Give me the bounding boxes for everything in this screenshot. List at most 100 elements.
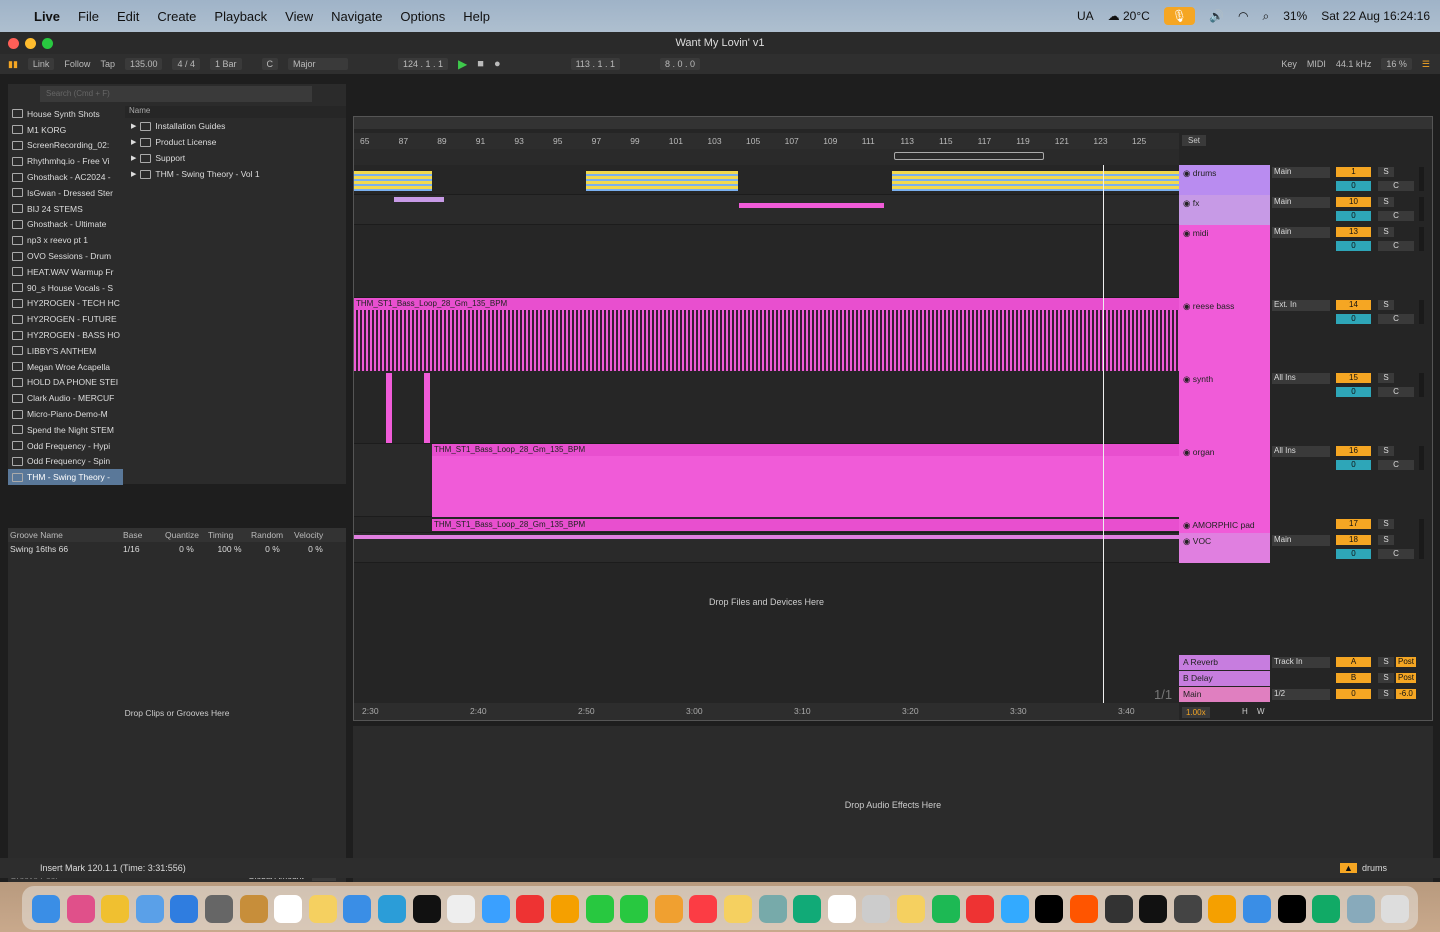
solo-button[interactable]: S xyxy=(1378,300,1394,310)
link-button[interactable]: Link xyxy=(27,58,55,70)
track-name[interactable]: ◉ synth xyxy=(1179,371,1270,444)
warning-icon[interactable]: ▲ xyxy=(1340,863,1357,873)
dock-app-icon[interactable] xyxy=(966,895,995,923)
dock-app-icon[interactable] xyxy=(1243,895,1271,923)
dock-app-icon[interactable] xyxy=(481,895,510,923)
battery-percent[interactable]: 31% xyxy=(1283,9,1307,23)
bass-clip[interactable]: THM_ST1_Bass_Loop_28_Gm_135_BPM xyxy=(432,444,1179,517)
dock-app-icon[interactable] xyxy=(827,895,856,923)
browser-folder[interactable]: LIBBY'S ANTHEM xyxy=(8,343,123,359)
track-activator[interactable]: 15 xyxy=(1336,373,1371,383)
browser-folder[interactable]: Megan Wroe Acapella xyxy=(8,359,123,375)
browser-item[interactable]: ▶ Support xyxy=(125,150,346,166)
return-routing[interactable]: 1/2 xyxy=(1272,689,1330,700)
input-routing[interactable]: Main xyxy=(1272,535,1330,546)
dock-app-icon[interactable] xyxy=(1104,895,1133,923)
input-routing[interactable]: Ext. In xyxy=(1272,300,1330,311)
dock-app-icon[interactable] xyxy=(1346,895,1375,923)
return-activator[interactable]: B xyxy=(1336,673,1371,683)
crossfade-button[interactable]: C xyxy=(1378,460,1414,470)
input-routing[interactable]: Main xyxy=(1272,167,1330,178)
lane-drums[interactable] xyxy=(354,165,1179,195)
dock-app-icon[interactable] xyxy=(1070,895,1098,923)
menu-help[interactable]: Help xyxy=(454,9,499,24)
return-name[interactable]: B Delay xyxy=(1179,671,1270,686)
dock-app-icon[interactable] xyxy=(1312,895,1341,923)
track-activator[interactable]: 13 xyxy=(1336,227,1371,237)
loop-start[interactable]: 113 . 1 . 1 xyxy=(570,58,620,70)
dock-app-icon[interactable] xyxy=(551,895,579,923)
track-activator[interactable]: 10 xyxy=(1336,197,1371,207)
browser-folder[interactable]: HY2ROGEN - BASS HO xyxy=(8,327,123,343)
quantize-menu[interactable]: 1 Bar xyxy=(210,58,242,70)
track-activator[interactable]: 1 xyxy=(1336,167,1371,177)
dock-app-icon[interactable] xyxy=(66,895,95,923)
browser-item[interactable]: ▶ Product License xyxy=(125,134,346,150)
synth-clip[interactable] xyxy=(424,373,430,443)
clock[interactable]: Sat 22 Aug 16:24:16 xyxy=(1321,9,1430,23)
key-map-button[interactable]: Key xyxy=(1281,59,1297,69)
search-icon[interactable]: ⌕ xyxy=(1262,9,1269,24)
lane-midi[interactable] xyxy=(354,225,1179,298)
browser-folder[interactable]: Odd Frequency - Spin xyxy=(8,454,123,470)
post-button[interactable]: -6.0 xyxy=(1396,689,1416,699)
track-header-voc[interactable]: ◉ VOC Main 18 0 C S xyxy=(1179,533,1432,563)
h-button[interactable]: H xyxy=(1242,707,1248,716)
return-routing[interactable]: Track In xyxy=(1272,657,1330,668)
dock-app-icon[interactable] xyxy=(1277,895,1306,923)
browser-folder[interactable]: M1 KORG xyxy=(8,122,123,138)
track-activator[interactable]: 18 xyxy=(1336,535,1371,545)
dock-app-icon[interactable] xyxy=(1035,895,1064,923)
voc-clip[interactable] xyxy=(354,535,1179,539)
browser-folder[interactable]: Ghosthack - Ultimate xyxy=(8,217,123,233)
track-fold-icon[interactable]: ◉ xyxy=(1183,536,1193,546)
dock-app-icon[interactable] xyxy=(689,895,718,923)
menu-app[interactable]: Live xyxy=(25,9,69,24)
crossfade-button[interactable]: C xyxy=(1378,181,1414,191)
dock-app-icon[interactable] xyxy=(585,895,614,923)
track-fold-icon[interactable]: ◉ xyxy=(1183,228,1193,238)
return-name[interactable]: A Reverb xyxy=(1179,655,1270,670)
tap-button[interactable]: Tap xyxy=(100,59,115,69)
crossfade-button[interactable]: C xyxy=(1378,241,1414,251)
loop-brace[interactable] xyxy=(894,152,1044,160)
browser-folder[interactable]: 90_s House Vocals - S xyxy=(8,280,123,296)
dock-app-icon[interactable] xyxy=(1139,895,1168,923)
return-track[interactable]: B Delay B S Post xyxy=(1179,671,1432,686)
browser-item[interactable]: ▶ Installation Guides xyxy=(125,118,346,134)
track-fold-icon[interactable]: ◉ xyxy=(1183,520,1192,530)
track-name[interactable]: ◉ reese bass xyxy=(1179,298,1270,371)
input-routing[interactable]: Main xyxy=(1272,227,1330,238)
follow-button[interactable]: Follow xyxy=(64,59,90,69)
track-volume[interactable]: 0 xyxy=(1336,314,1371,324)
dock-app-icon[interactable] xyxy=(1208,895,1237,923)
dock-app-icon[interactable] xyxy=(378,895,406,923)
input-routing[interactable]: All Ins xyxy=(1272,373,1330,384)
record-icon[interactable]: ● xyxy=(494,58,501,70)
browser-folder[interactable]: HY2ROGEN - TECH HC xyxy=(8,296,123,312)
dock-app-icon[interactable] xyxy=(931,895,960,923)
dock-app-icon[interactable] xyxy=(343,895,372,923)
groove-quantize[interactable]: 0 % xyxy=(165,544,208,554)
solo-button[interactable]: S xyxy=(1378,673,1394,683)
track-volume[interactable]: 0 xyxy=(1336,460,1371,470)
dock-app-icon[interactable] xyxy=(412,895,441,923)
time-ruler[interactable]: 2:30 2:40 2:50 3:00 3:10 3:20 3:30 3:40 xyxy=(354,703,1179,720)
track-activator[interactable]: 17 xyxy=(1336,519,1371,529)
dock-app-icon[interactable] xyxy=(620,895,649,923)
browser-folder[interactable]: Rhythmhq.io - Free Vi xyxy=(8,153,123,169)
browser-folder[interactable]: Ghosthack - AC2024 - xyxy=(8,169,123,185)
menu-edit[interactable]: Edit xyxy=(108,9,148,24)
return-activator[interactable]: A xyxy=(1336,657,1371,667)
dock-app-icon[interactable] xyxy=(101,895,130,923)
menu-options[interactable]: Options xyxy=(391,9,454,24)
track-fold-icon[interactable]: ◉ xyxy=(1183,168,1193,178)
browser-folder[interactable]: HEAT.WAV Warmup Fr xyxy=(8,264,123,280)
track-volume[interactable]: 0 xyxy=(1336,549,1371,559)
input-language[interactable]: UA xyxy=(1077,9,1094,23)
zoom-field[interactable]: 1.00x xyxy=(1182,707,1210,718)
dock-app-icon[interactable] xyxy=(654,895,683,923)
browser-folder[interactable]: THM - Swing Theory - xyxy=(8,469,123,486)
groove-drop-zone[interactable]: Drop Clips or Grooves Here xyxy=(8,708,346,718)
groove-base[interactable]: 1/16 xyxy=(123,544,165,554)
